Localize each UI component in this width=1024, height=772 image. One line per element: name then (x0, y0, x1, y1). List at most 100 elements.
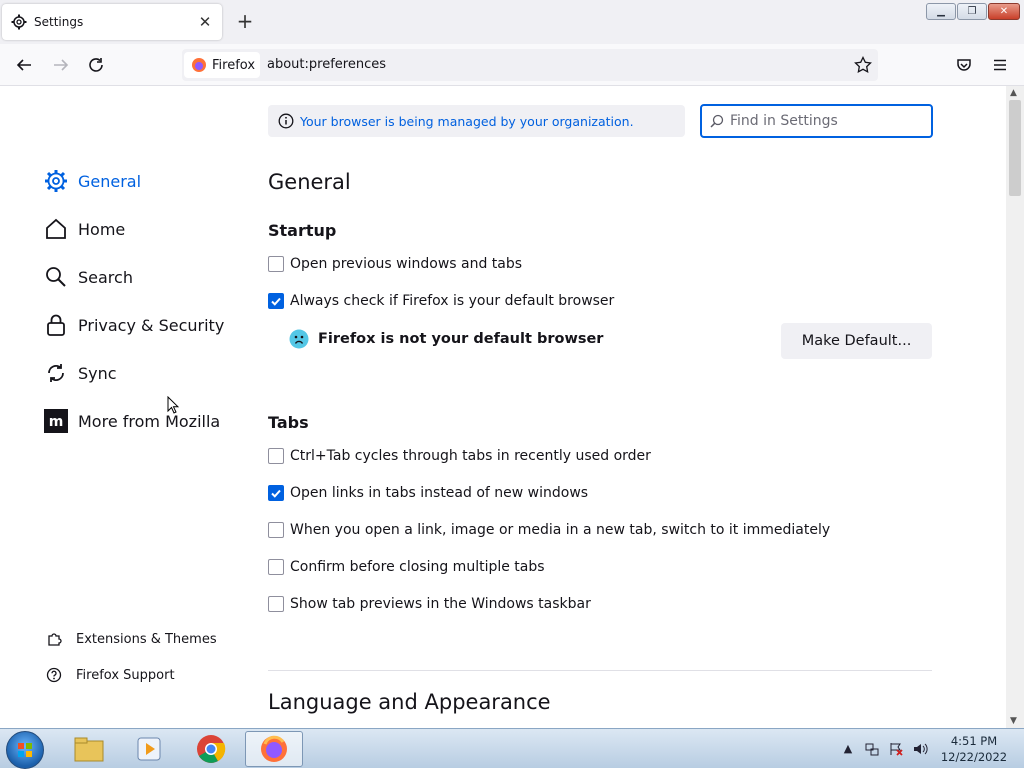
firefox-support-link[interactable]: Firefox Support (46, 665, 175, 685)
chrome-icon (197, 735, 226, 763)
checkbox[interactable] (268, 448, 284, 464)
tabs-option-open-links-in-tabs[interactable]: Open links in tabs instead of new window… (268, 483, 588, 503)
show-hidden-icons-icon[interactable]: ▲ (840, 741, 856, 757)
checkbox[interactable] (268, 596, 284, 612)
gear-icon (11, 14, 27, 30)
navigation-toolbar: Firefox about:preferences (0, 44, 1024, 86)
network-icon[interactable] (864, 741, 880, 757)
back-button[interactable] (13, 54, 35, 76)
extensions-themes-link[interactable]: Extensions & Themes (46, 629, 217, 649)
clock-date: 12/22/2022 (940, 750, 1008, 764)
tabs-option-switch-immediately[interactable]: When you open a link, image or media in … (268, 520, 830, 540)
tab-settings[interactable]: Settings ✕ (2, 4, 222, 40)
sidebar-item-general[interactable]: General (44, 167, 141, 195)
volume-icon[interactable] (912, 741, 928, 757)
tab-title: Settings (34, 15, 84, 29)
taskbar-firefox[interactable] (245, 731, 303, 767)
search-icon (710, 114, 724, 128)
sidebar-item-privacy-security[interactable]: Privacy & Security (44, 311, 224, 339)
windows-taskbar: ▲ 4:51 PM 12/22/2022 (0, 728, 1024, 769)
url-bar[interactable]: Firefox about:preferences (182, 49, 878, 81)
tab-strip: Settings ✕ + ▁ ❐ ✕ (0, 0, 1024, 44)
checkbox[interactable] (268, 559, 284, 575)
default-browser-status: Firefox is not your default browser (289, 329, 603, 349)
scroll-up-arrow-icon[interactable]: ▲ (1010, 88, 1017, 98)
checkbox-label: When you open a link, image or media in … (290, 522, 831, 538)
sidebar-item-label: Privacy & Security (78, 315, 225, 335)
policy-notice[interactable]: Your browser is being managed by your or… (268, 105, 685, 137)
url-text[interactable]: about:preferences (267, 57, 386, 72)
tabs-option-ctrl-tab[interactable]: Ctrl+Tab cycles through tabs in recently… (268, 446, 651, 466)
sidebar-item-label: More from Mozilla (78, 411, 221, 431)
settings-page: General Home Search Privacy & Security S… (0, 86, 1006, 728)
policy-notice-link[interactable]: Your browser is being managed by your or… (300, 114, 634, 129)
checkbox-label: Open links in tabs instead of new window… (290, 485, 589, 501)
taskbar-explorer[interactable] (60, 731, 118, 767)
checkbox-checked[interactable] (268, 485, 284, 501)
reload-icon (89, 58, 103, 72)
taskbar-clock[interactable]: 4:51 PM 12/22/2022 (936, 733, 1012, 765)
sync-icon (44, 361, 68, 385)
close-window-button[interactable]: ✕ (988, 3, 1020, 20)
sidebar-item-label: Sync (78, 363, 117, 383)
checkbox-label: Ctrl+Tab cycles through tabs in recently… (290, 448, 651, 464)
not-default-text: Firefox is not your default browser (318, 331, 604, 347)
system-tray: ▲ (840, 729, 936, 769)
arrow-right-icon (54, 59, 69, 71)
checkbox[interactable] (268, 256, 284, 272)
action-center-flag-icon[interactable] (888, 741, 904, 757)
scrollbar-thumb[interactable] (1009, 100, 1021, 196)
startup-option-restore-session[interactable]: Open previous windows and tabs (268, 254, 522, 274)
puzzle-icon (48, 633, 62, 646)
checkbox-label: Open previous windows and tabs (290, 256, 523, 272)
home-icon (44, 217, 68, 241)
sidebar-item-more-from-mozilla[interactable]: m More from Mozilla (44, 407, 220, 435)
windows-logo-icon (18, 743, 32, 757)
maximize-button[interactable]: ❐ (957, 3, 987, 20)
sidebar-item-label: General (78, 171, 142, 191)
pocket-button[interactable] (953, 54, 975, 76)
menu-button[interactable] (989, 54, 1011, 76)
checkbox-checked[interactable] (268, 293, 284, 309)
reload-button[interactable] (85, 54, 107, 76)
sidebar-item-home[interactable]: Home (44, 215, 125, 243)
info-icon (278, 113, 294, 129)
extensions-themes-label: Extensions & Themes (76, 631, 217, 647)
tabs-option-taskbar-previews[interactable]: Show tab previews in the Windows taskbar (268, 594, 591, 614)
page-title: General (268, 170, 351, 194)
minimize-button[interactable]: ▁ (926, 3, 956, 20)
sidebar-item-sync[interactable]: Sync (44, 359, 117, 387)
sidebar-item-search[interactable]: Search (44, 263, 133, 291)
firefox-icon (261, 735, 287, 762)
star-bookmark-icon[interactable] (854, 56, 872, 74)
scroll-down-arrow-icon[interactable]: ▼ (1010, 716, 1017, 726)
sidebar-item-label: Home (78, 219, 126, 239)
media-player-icon (137, 737, 161, 761)
tabs-option-confirm-close[interactable]: Confirm before closing multiple tabs (268, 557, 545, 577)
startup-heading: Startup (268, 221, 337, 240)
start-button[interactable] (6, 731, 44, 769)
vertical-scrollbar[interactable]: ▲ ▼ (1006, 86, 1024, 728)
identity-box[interactable]: Firefox (184, 52, 260, 78)
svg-text:m: m (49, 414, 64, 430)
close-tab-icon[interactable]: ✕ (196, 13, 214, 31)
identity-label: Firefox (212, 57, 256, 73)
make-default-button[interactable]: Make Default... (781, 323, 932, 359)
checkbox[interactable] (268, 522, 284, 538)
firefox-icon (192, 58, 206, 72)
checkbox-label: Show tab previews in the Windows taskbar (290, 596, 591, 612)
startup-option-check-default[interactable]: Always check if Firefox is your default … (268, 291, 614, 311)
forward-button[interactable] (50, 54, 72, 76)
mozilla-icon: m (44, 409, 68, 433)
section-divider (268, 670, 932, 671)
hamburger-menu-icon (994, 59, 1006, 71)
taskbar-chrome[interactable] (182, 731, 240, 767)
clock-time: 4:51 PM (950, 734, 998, 748)
lock-icon (44, 313, 68, 337)
tabs-heading: Tabs (268, 413, 309, 432)
firefox-support-label: Firefox Support (76, 667, 175, 683)
new-tab-button[interactable]: + (234, 10, 256, 32)
search-input[interactable] (730, 113, 920, 129)
settings-search-box[interactable] (700, 104, 933, 138)
taskbar-media-player[interactable] (120, 731, 178, 767)
